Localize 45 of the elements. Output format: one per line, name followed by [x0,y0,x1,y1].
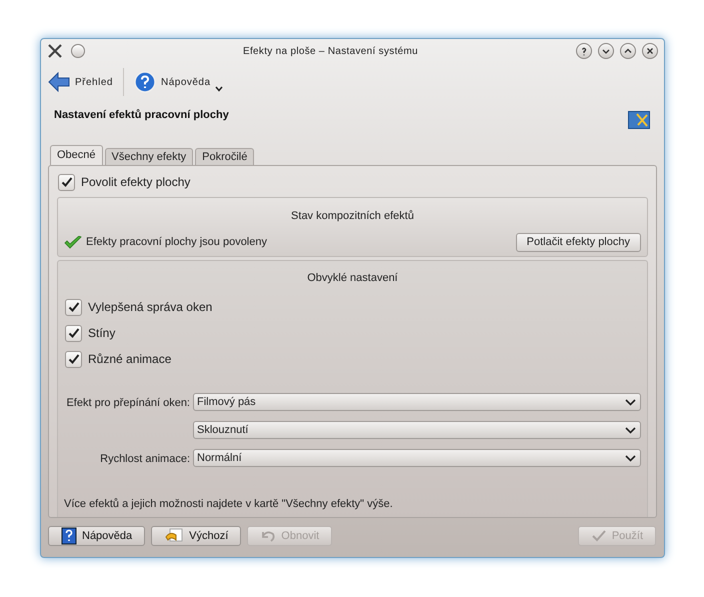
checkbox-label: Povolit efekty plochy [81,174,190,191]
help-button[interactable] [576,43,592,59]
checkbox-label: Stíny [88,325,116,342]
chevron-down-icon [625,398,636,406]
maximize-button[interactable] [620,43,636,59]
checkbox[interactable] [65,298,82,316]
help-icon [134,71,156,93]
checkmark-icon [590,529,607,543]
checkbox-label: Různé animace [88,351,172,368]
toolbar-button[interactable]: Nápověda [134,71,211,93]
tab[interactable]: Pokročilé [195,148,254,165]
note-text: Více efektů a jejich možnosti najdete v kartě "Všechny efekty" výše. [64,498,393,510]
checkmark-icon [64,236,82,250]
chevron-down-icon [625,454,636,462]
checkbox[interactable] [58,174,75,190]
undo-folder-icon [164,528,184,544]
field-label: Efekt pro přepínání oken: [66,397,190,409]
pin-button[interactable] [71,44,85,58]
chevron-down-icon [625,426,636,434]
tab[interactable]: Všechny efekty [104,148,194,165]
dropdown[interactable]: Filmový pás [193,393,641,411]
dialog-button[interactable]: Nápověda [48,526,146,546]
group-title: Stav kompozitních efektů [291,210,414,222]
close-button[interactable] [642,43,658,59]
window-title: Efekty na ploše – Nastavení systému [242,44,420,58]
suspend-button[interactable]: Potlačit efekty plochy [516,233,641,252]
checkbox[interactable] [65,350,82,368]
dropdown[interactable]: Sklouznutí [193,421,641,439]
checkbox-label: Vylepšená správa oken [88,299,212,316]
tab[interactable]: Obecné [50,145,103,165]
help-icon [579,46,589,56]
minimize-button[interactable] [598,43,614,59]
undo-arrow-icon [260,529,276,543]
group-title: Obvyklé nastavení [307,272,398,284]
dropdown[interactable]: Normální [193,449,641,467]
checkbox[interactable] [65,324,82,342]
page-heading: Nastavení efektů pracovní plochy [54,108,229,123]
dialog-button[interactable]: Výchozí [151,526,242,546]
close-icon [645,46,655,56]
desktop-tools-icon [628,111,650,129]
back-arrow-icon [48,72,70,92]
field-label: Rychlost animace: [100,453,190,465]
status-text: Efekty pracovní plochy jsou povoleny [86,235,267,250]
toolbar-button[interactable]: Přehled [48,72,113,92]
help-book-icon [61,527,77,545]
